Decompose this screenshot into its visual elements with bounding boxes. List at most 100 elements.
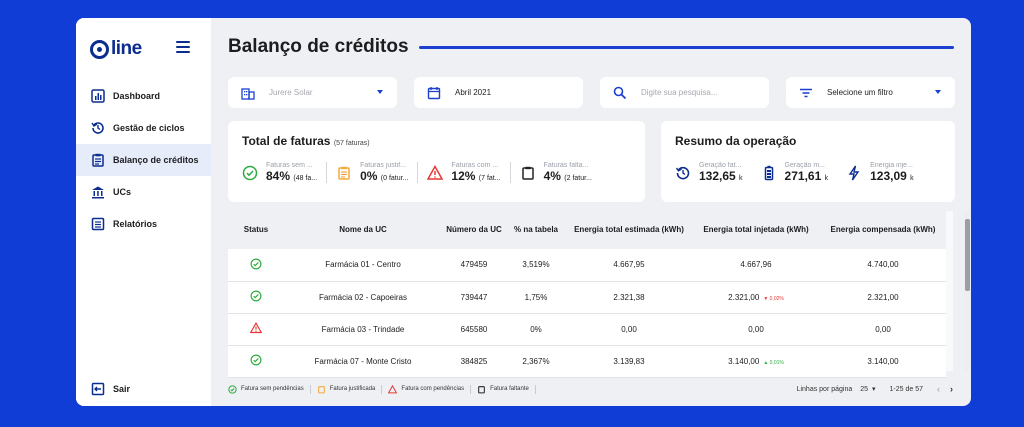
logout-label: Sair [113,384,131,394]
uc-number-cell: 645580 [442,313,506,346]
stat-label: Faturas com ... [451,162,499,169]
clipboard-icon [91,153,105,167]
warning-icon [388,384,398,393]
stat-value: 123,09 [870,169,907,183]
injected-cell: 4.667,96 [692,249,820,282]
history-icon [675,166,690,179]
injected-value: 0,00 [748,324,764,334]
legend-label: Fatura com pendências [401,386,465,392]
company-select-value: Jurere Solar [269,88,313,97]
totals-count: (57 faturas) [333,140,370,147]
estimated-cell: 0,00 [566,313,692,346]
month-picker[interactable]: Abril 2021 [414,77,583,108]
stat-label: Faturas falta... [543,162,589,169]
summary-stats: Geração fat... 132,65 k Geração m... 271… [675,162,941,183]
hamburger-menu-icon[interactable] [176,41,190,56]
scrollbar-thumb[interactable] [965,219,970,291]
app-window: line Dashboard Gestão de ciclos Balanço … [76,18,971,406]
logout-button[interactable]: Sair [91,382,130,396]
building-icon [91,185,105,199]
stat-label: Geração fat... [699,162,742,169]
rows-per-page-select[interactable]: 25 ▾ [860,385,875,393]
logo-text: line [111,38,142,59]
search-input[interactable]: Digite sua pesquisa... [600,77,769,108]
month-picker-value: Abril 2021 [455,88,492,97]
column-header[interactable]: % na tabela [506,211,566,249]
percent-cell: 1,75% [506,281,566,314]
warning-icon [249,321,263,334]
stat-value: 4% [543,169,561,183]
column-header[interactable]: Energia compensada (kWh) [820,211,946,249]
stat-no-pending: Faturas sem ... 84% (48 fa... [242,162,328,183]
invoice-totals-card: Total de faturas (57 faturas) Faturas se… [228,121,645,202]
percent-cell: 0% [506,313,566,346]
uc-number-cell: 479459 [442,249,506,282]
operation-summary-card: Resumo da operação Geração fat... 132,65… [661,121,955,202]
estimated-cell: 2.321,38 [566,281,692,314]
uc-number-cell: 739447 [442,281,506,314]
stat-unit: k [739,175,743,182]
logo-mark-icon [90,39,109,59]
filter-select[interactable]: Selecione um filtro [786,77,955,108]
stat-unit: k [824,175,829,182]
chevron-down-icon [377,90,383,94]
page-title: Balanço de créditos [228,36,409,57]
next-page-icon[interactable]: › [950,384,953,394]
sidebar-item-cycles[interactable]: Gestão de ciclos [76,112,211,144]
page-range: 1-25 de 57 [889,385,923,393]
estimated-cell: 4.667,95 [566,249,692,282]
sidebar-nav: Dashboard Gestão de ciclos Balanço de cr… [76,80,211,240]
compensated-cell: 2.321,00 [820,281,946,314]
compensated-cell: 4.740,00 [820,249,946,282]
injected-cell: 2.321,00 ▼ 0,02% [692,281,820,314]
check-circle-icon [250,258,262,270]
lightning-icon [848,165,860,180]
legend-no-pending: Fatura sem pendências [228,384,311,394]
stat-detail: (7 fat... [478,175,501,182]
search-icon [613,86,627,99]
logout-icon [91,382,105,396]
uc-name-cell: Farmácia 01 - Centro [284,249,442,282]
column-header[interactable]: Status [228,211,284,249]
stat-value: 12% [451,169,476,183]
logo[interactable]: line [90,38,142,60]
sidebar-item-credits[interactable]: Balanço de créditos [76,144,211,176]
credits-table-container[interactable]: Status Nome da UC Número da UC % na tabe… [228,211,953,378]
check-circle-icon [250,354,262,366]
clipboard-missing-icon [521,166,534,180]
table-row[interactable]: Farmácia 03 - Trindade 645580 0% 0,00 0,… [228,313,946,346]
sidebar-item-label: Dashboard [113,91,161,101]
column-header[interactable]: Energia total estimada (kWh) [566,211,692,249]
table-scrollbar[interactable] [964,211,971,371]
column-header[interactable]: Nome da UC [284,211,442,249]
clipboard-justified-icon [338,166,350,180]
sidebar-item-reports[interactable]: Relatórios [76,208,211,240]
clipboard-missing-icon [478,385,485,393]
sidebar-item-ucs[interactable]: UCs [76,176,211,208]
pagination: Linhas por página 25 ▾ 1-25 de 57 ‹ › [789,384,953,394]
stat-generation-billed: Geração fat... 132,65 k [675,162,752,183]
table-header-row: Status Nome da UC Número da UC % na tabe… [228,211,946,249]
bar-chart-icon [91,89,105,103]
column-header[interactable]: Energia total injetada (kWh) [692,211,820,249]
warning-icon [427,164,444,180]
company-select[interactable]: Jurere Solar [228,77,397,108]
stat-label: Energia inje... [870,162,913,169]
stat-justified: Faturas justif... 0% (0 fatur... [336,162,419,183]
table-row[interactable]: Farmácia 01 - Centro 479459 3,519% 4.667… [228,249,946,282]
uc-name-cell: Farmácia 02 - Capoeiras [284,281,442,314]
stat-detail: (0 fatur... [380,175,409,182]
summary-title: Resumo da operação [675,134,797,148]
report-icon [91,217,105,231]
prev-page-icon[interactable]: ‹ [937,384,940,394]
column-header[interactable]: Número da UC [442,211,506,249]
filter-icon [800,88,812,97]
legend-missing: Fatura faltante [477,384,536,394]
compensated-cell: 0,00 [820,313,946,346]
injected-value: 2.321,00 [728,292,760,302]
table-row[interactable]: Farmácia 02 - Capoeiras 739447 1,75% 2.3… [228,281,946,314]
stat-detail: (2 fatur... [564,175,592,182]
legend-justified: Fatura justificada [317,384,383,394]
sidebar-item-dashboard[interactable]: Dashboard [76,80,211,112]
stat-unit: k [910,175,914,182]
